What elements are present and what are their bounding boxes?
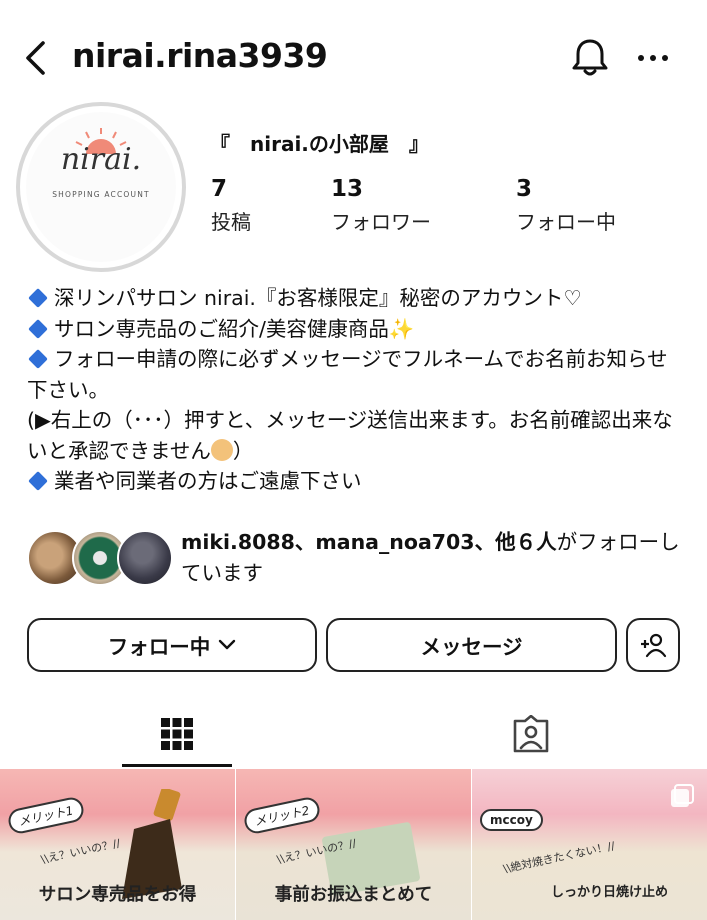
more-horizontal-icon xyxy=(638,55,668,61)
avatar-image: nirai. SHOPPING ACCOUNT xyxy=(26,112,176,262)
tab-posts-grid[interactable] xyxy=(122,700,232,768)
active-tab-indicator xyxy=(122,764,232,767)
bio-line-4-end: ） xyxy=(232,438,254,463)
mutual-followers-avatars[interactable] xyxy=(27,530,177,586)
post-thumbnail-1[interactable]: メリット1 \\え？いいの？// サロン専売品をお得 xyxy=(0,769,235,920)
sparkles-icon: ✨ xyxy=(388,316,415,341)
post-1-title: サロン専売品をお得 xyxy=(38,885,197,905)
post-3-title: しっかり日焼け止め xyxy=(550,885,668,900)
chevron-left-icon xyxy=(26,41,45,75)
stat-followers-count: 13 xyxy=(331,176,364,202)
bio-line-4: (▶︎右上の（･･･）押すと、メッセージ送信出来ます。お名前確認出来ないと承認で… xyxy=(27,405,687,466)
notification-bell-button[interactable] xyxy=(568,36,612,80)
bio-line-2-text: サロン専売品のご紹介/美容健康商品 xyxy=(54,316,389,341)
stat-posts-count: 7 xyxy=(211,176,228,202)
bio-line-2: サロン専売品のご紹介/美容健康商品✨ xyxy=(27,314,687,345)
bio-line-1: 深リンパサロン nirai.『お客様限定』秘密のアカウント♡ xyxy=(27,283,687,314)
profile-username: nirai.rina3939 xyxy=(72,36,328,75)
post-2-title: 事前お振込まとめて xyxy=(274,885,433,905)
bio-line-3-text: フォロー申請の際に必ずメッセージでフルネームでお名前お知らせ下さい。 xyxy=(27,347,668,402)
mutual-avatar-3 xyxy=(117,530,173,586)
stat-followers-label: フォロワー xyxy=(331,210,431,234)
following-button-label: フォロー中 xyxy=(107,635,211,659)
followed-by-text[interactable]: miki.8088、mana_noa703、他６人がフォローしています xyxy=(181,527,681,589)
chevron-down-icon xyxy=(219,639,236,650)
blue-diamond-icon xyxy=(28,288,48,308)
add-user-icon xyxy=(641,633,667,658)
bio-line-1-text: 深リンパサロン nirai.『お客様限定』秘密のアカウント♡ xyxy=(54,286,582,310)
grid-icon xyxy=(161,718,193,750)
bio-line-3: フォロー申請の際に必ずメッセージでフルネームでお名前お知らせ下さい。 xyxy=(27,344,687,405)
back-button[interactable] xyxy=(18,38,52,78)
followed-by-users: miki.8088、mana_noa703、他６人 xyxy=(181,530,557,554)
tagged-user-icon xyxy=(513,715,549,753)
profile-avatar[interactable]: nirai. SHOPPING ACCOUNT xyxy=(16,102,186,272)
following-dropdown-button[interactable]: フォロー中 xyxy=(27,618,317,672)
blue-diamond-icon xyxy=(28,471,48,491)
more-options-button[interactable] xyxy=(630,40,676,76)
avatar-logo-text: nirai. xyxy=(60,142,142,177)
stat-followers[interactable]: 13 フォロワー xyxy=(331,176,431,235)
bell-icon xyxy=(572,39,608,76)
blue-diamond-icon xyxy=(28,318,48,339)
bowing-face-icon xyxy=(210,438,233,461)
message-button[interactable]: メッセージ xyxy=(326,618,617,672)
bio-line-5: 業者や同業者の方はご遠慮下さい xyxy=(27,466,687,497)
stat-following-label: フォロー中 xyxy=(516,210,616,234)
stat-posts[interactable]: 7 投稿 xyxy=(211,176,251,235)
stat-following-count: 3 xyxy=(516,176,533,202)
post-3-tag: mccoy xyxy=(480,809,543,831)
bio-line-4-text: (▶︎右上の（･･･）押すと、メッセージ送信出来ます。お名前確認出来ないと承認で… xyxy=(27,408,673,463)
profile-bio: 深リンパサロン nirai.『お客様限定』秘密のアカウント♡ サロン専売品のご紹… xyxy=(27,283,687,497)
profile-header: nirai.rina3939 xyxy=(0,0,707,112)
profile-display-name: 『 nirai.の小部屋 』 xyxy=(210,132,429,156)
post-thumbnail-3[interactable]: mccoy \\絶対焼きたくない！// しっかり日焼け止め xyxy=(472,769,707,920)
avatar-subtitle: SHOPPING ACCOUNT xyxy=(52,190,150,199)
tab-tagged[interactable] xyxy=(476,700,586,768)
suggested-users-button[interactable] xyxy=(626,618,680,672)
post-thumbnail-2[interactable]: メリット2 \\え？いいの？// 事前お振込まとめて xyxy=(236,769,471,920)
blue-diamond-icon xyxy=(28,349,48,369)
stat-following[interactable]: 3 フォロー中 xyxy=(516,176,616,235)
message-button-label: メッセージ xyxy=(420,635,523,659)
stat-posts-label: 投稿 xyxy=(211,210,251,234)
bio-line-5-text: 業者や同業者の方はご遠慮下さい xyxy=(54,469,362,493)
multi-image-icon xyxy=(671,784,694,807)
